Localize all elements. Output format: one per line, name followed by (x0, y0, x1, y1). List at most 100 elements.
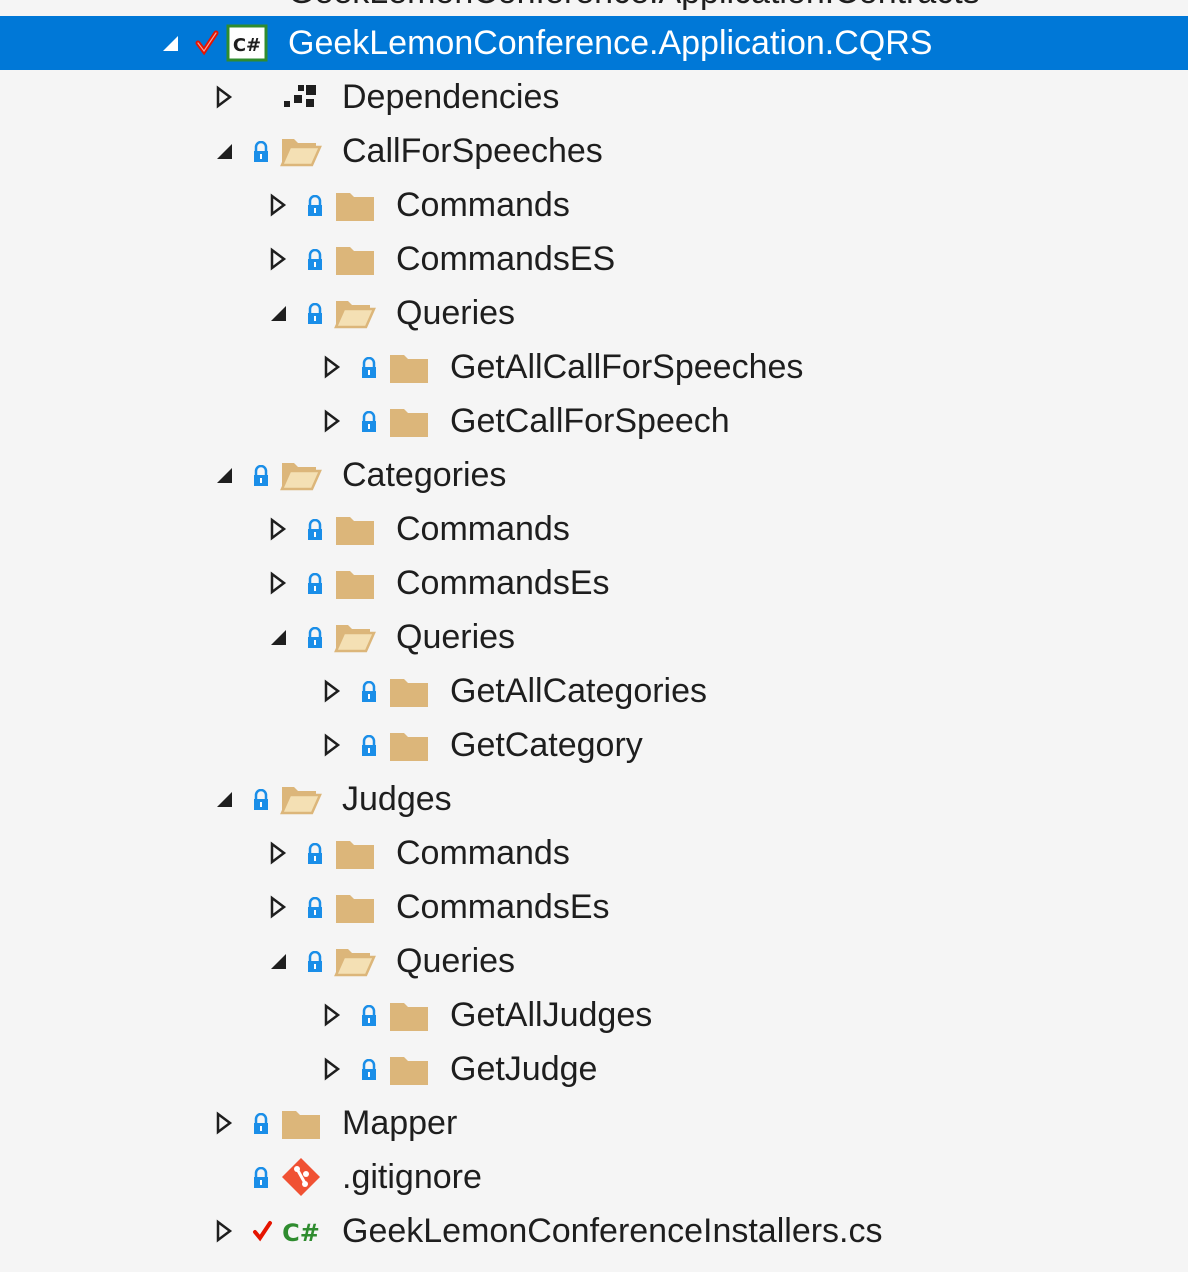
checked-in-icon (253, 1221, 272, 1242)
tree-item-label: CommandsEs (396, 564, 610, 602)
lock-icon (254, 465, 268, 486)
tree-item-label: Queries (396, 942, 516, 980)
collapse-arrow-icon[interactable] (266, 301, 290, 325)
expand-arrow-icon[interactable] (266, 841, 290, 865)
folder-icon (336, 895, 374, 923)
expand-arrow-icon[interactable] (320, 409, 344, 433)
tree-item-label: CommandsES (396, 240, 616, 278)
expand-arrow-icon[interactable] (320, 679, 344, 703)
folder-icon (336, 517, 374, 545)
tree-item-label: GetCategory (450, 726, 643, 764)
tree-item-label: Commands (396, 186, 570, 224)
tree-item-label: GetAllCallForSpeeches (450, 348, 804, 386)
folder-open-icon (280, 463, 322, 491)
expand-arrow-icon[interactable] (266, 517, 290, 541)
lock-icon (254, 789, 268, 810)
tree-item-queries[interactable]: Queries (0, 610, 1188, 664)
tree-item-mapper[interactable]: Mapper (0, 1096, 1188, 1150)
lock-icon (362, 1059, 376, 1080)
tree-item-getallcategories[interactable]: GetAllCategories (0, 664, 1188, 718)
tree-item-commandses[interactable]: CommandsES (0, 232, 1188, 286)
tree-item-commandses[interactable]: CommandsEs (0, 556, 1188, 610)
collapse-arrow-icon[interactable] (212, 139, 236, 163)
tree-item-installers-cs[interactable]: C# GeekLemonConferenceInstallers.cs (0, 1204, 1188, 1258)
collapse-arrow-icon[interactable] (158, 31, 182, 55)
lock-icon (254, 141, 268, 162)
tree-item-label: GeekLemonConference.Application.CQRS (288, 24, 933, 62)
git-icon (282, 1158, 320, 1196)
folder-icon (282, 1111, 320, 1139)
lock-icon (308, 951, 322, 972)
expand-arrow-icon[interactable] (266, 193, 290, 217)
folder-open-icon (334, 949, 376, 977)
lock-icon (308, 249, 322, 270)
lock-icon (308, 843, 322, 864)
tree-item-label: Judges (342, 780, 452, 818)
folder-open-icon (334, 301, 376, 329)
tree-item-label: Commands (396, 834, 570, 872)
lock-icon (308, 627, 322, 648)
tree-item-commands[interactable]: Commands (0, 178, 1188, 232)
expand-arrow-icon[interactable] (266, 571, 290, 595)
expand-arrow-icon[interactable] (320, 733, 344, 757)
tree-item-label: GetCallForSpeech (450, 402, 730, 440)
tree-item-commands[interactable]: Commands (0, 826, 1188, 880)
folder-icon (390, 733, 428, 761)
tree-item-label: CallForSpeeches (342, 132, 603, 170)
expand-arrow-icon[interactable] (212, 1219, 236, 1243)
tree-item-label: Categories (342, 456, 507, 494)
checked-in-icon (195, 30, 219, 56)
folder-icon (390, 1057, 428, 1085)
expand-arrow-icon[interactable] (320, 1003, 344, 1027)
folder-icon (390, 679, 428, 707)
tree-item-contracts-project[interactable]: GeekLemonConference.Application.Contract… (0, 0, 1188, 14)
expand-arrow-icon[interactable] (320, 1057, 344, 1081)
lock-icon (308, 519, 322, 540)
tree-item-dependencies[interactable]: Dependencies (0, 70, 1188, 124)
tree-item-getallcallforspeeches[interactable]: GetAllCallForSpeeches (0, 340, 1188, 394)
collapse-arrow-icon[interactable] (212, 787, 236, 811)
lock-icon (362, 357, 376, 378)
tree-item-gitignore[interactable]: .gitignore (0, 1150, 1188, 1204)
tree-item-label: Dependencies (342, 78, 560, 116)
lock-icon (308, 195, 322, 216)
solution-explorer-tree: GeekLemonConference.Application.Contract… (0, 0, 1188, 1272)
collapse-arrow-icon[interactable] (266, 625, 290, 649)
lock-icon (362, 1005, 376, 1026)
expand-arrow-icon[interactable] (266, 895, 290, 919)
folder-open-icon (334, 625, 376, 653)
tree-item-label: GetAllJudges (450, 996, 653, 1034)
tree-item-commandses[interactable]: CommandsEs (0, 880, 1188, 934)
expand-arrow-icon[interactable] (320, 355, 344, 379)
lock-icon (362, 681, 376, 702)
tree-item-getalljudges[interactable]: GetAllJudges (0, 988, 1188, 1042)
tree-item-label: Queries (396, 618, 516, 656)
collapse-arrow-icon[interactable] (266, 949, 290, 973)
expand-arrow-icon[interactable] (212, 85, 236, 109)
folder-icon (336, 193, 374, 221)
csharp-project-icon: C# (226, 24, 268, 62)
collapse-arrow-icon[interactable] (212, 463, 236, 487)
expand-arrow-icon[interactable] (212, 1111, 236, 1135)
tree-item-callforspeeches[interactable]: CallForSpeeches (0, 124, 1188, 178)
tree-item-label: GetJudge (450, 1050, 598, 1088)
tree-item-label: GeekLemonConferenceInstallers.cs (342, 1212, 883, 1250)
tree-item-queries[interactable]: Queries (0, 934, 1188, 988)
lock-icon (308, 573, 322, 594)
folder-icon (390, 409, 428, 437)
lock-icon (362, 735, 376, 756)
tree-item-project-cqrs[interactable]: C# GeekLemonConference.Application.CQRS (0, 16, 1188, 70)
tree-item-getcallforspeech[interactable]: GetCallForSpeech (0, 394, 1188, 448)
tree-item-getjudge[interactable]: GetJudge (0, 1042, 1188, 1096)
folder-icon (336, 841, 374, 869)
tree-item-judges[interactable]: Judges (0, 772, 1188, 826)
lock-icon (254, 1113, 268, 1134)
dependencies-icon (284, 85, 316, 107)
expand-arrow-icon[interactable] (266, 247, 290, 271)
tree-item-queries[interactable]: Queries (0, 286, 1188, 340)
lock-icon (308, 303, 322, 324)
tree-item-categories[interactable]: Categories (0, 448, 1188, 502)
tree-item-getcategory[interactable]: GetCategory (0, 718, 1188, 772)
tree-item-commands[interactable]: Commands (0, 502, 1188, 556)
svg-text:C#: C# (233, 35, 261, 56)
